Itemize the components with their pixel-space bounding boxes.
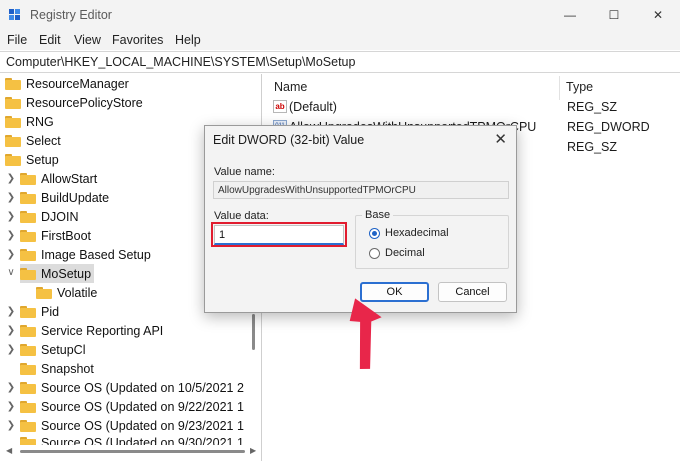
menu-file[interactable]: File [7,33,27,47]
menu-view[interactable]: View [74,33,101,47]
ab-string-icon: ab [273,100,287,113]
title-bar: Registry Editor — ☐ ✕ [0,0,680,30]
menu-help[interactable]: Help [175,33,201,47]
tree-item-source-os-4[interactable]: Source OS (Updated on 9/30/2021 1 [0,435,261,445]
base-groupbox [355,215,509,269]
scroll-right-arrow-icon[interactable]: ▶ [250,446,256,455]
value-row-default[interactable]: ab (Default) REG_SZ [266,99,680,117]
folder-icon [5,78,21,90]
highlight-box [211,222,347,247]
menu-favorites[interactable]: Favorites [112,33,163,47]
folder-icon [20,437,36,445]
folder-icon [5,116,21,128]
folder-open-icon [20,268,36,280]
tree-item-source-os-3[interactable]: ❯ Source OS (Updated on 9/23/2021 1 [0,416,261,435]
close-window-button[interactable]: ✕ [636,0,680,30]
folder-icon [20,325,36,337]
folder-icon [5,97,21,109]
chevron-right-icon[interactable]: ❯ [6,192,16,203]
folder-icon [36,287,52,299]
folder-icon [20,306,36,318]
chevron-down-icon[interactable]: ∨ [6,267,16,278]
value-data-label: Value data: [214,210,269,222]
folder-icon [20,420,36,432]
chevron-right-icon[interactable]: ❯ [6,420,16,431]
address-bar[interactable]: Computer\HKEY_LOCAL_MACHINE\SYSTEM\Setup… [0,51,680,73]
folder-icon [20,230,36,242]
chevron-right-icon[interactable]: ❯ [6,325,16,336]
column-separator[interactable] [559,76,560,100]
value-name-label: Value name: [214,166,275,178]
dialog-close-icon[interactable]: ✕ [494,130,507,148]
chevron-right-icon[interactable]: ❯ [6,344,16,355]
registry-editor-app-icon [9,9,22,22]
chevron-right-icon[interactable]: ❯ [6,401,16,412]
address-path: Computer\HKEY_LOCAL_MACHINE\SYSTEM\Setup… [6,55,356,69]
chevron-right-icon[interactable]: ❯ [6,306,16,317]
tree-item-source-os-1[interactable]: ❯ Source OS (Updated on 10/5/2021 2 [0,378,261,397]
folder-icon [20,173,36,185]
folder-icon [20,363,36,375]
tree-item-snapshot[interactable]: Snapshot [0,359,250,378]
maximize-button[interactable]: ☐ [592,0,636,30]
hexadecimal-label[interactable]: Hexadecimal [385,227,449,239]
folder-icon [20,401,36,413]
edit-dword-dialog: Edit DWORD (32-bit) Value ✕ Value name: … [204,125,517,313]
folder-icon [20,192,36,204]
decimal-radio[interactable] [369,248,380,259]
value-name-field: AllowUpgradesWithUnsupportedTPMOrCPU [213,181,509,199]
tree-item-setupcl[interactable]: ❯ SetupCl [0,340,250,359]
folder-icon [20,211,36,223]
tree-item-service-reporting-api[interactable]: ❯ Service Reporting API [0,321,250,340]
tree-horizontal-scrollbar[interactable] [20,450,245,453]
menu-edit[interactable]: Edit [39,33,61,47]
column-header-name[interactable]: Name [274,80,307,94]
pointer-arrow-icon [349,298,382,369]
chevron-right-icon[interactable]: ❯ [6,382,16,393]
hexadecimal-radio[interactable] [369,228,380,239]
menu-bar: File Edit View Favorites Help [0,30,680,50]
chevron-right-icon[interactable]: ❯ [6,211,16,222]
chevron-right-icon[interactable]: ❯ [6,230,16,241]
folder-icon [20,344,36,356]
base-label: Base [362,209,394,221]
chevron-right-icon[interactable]: ❯ [6,173,16,184]
tree-item-resourcemanager[interactable]: ResourceManager [0,74,250,93]
tree-item-source-os-2[interactable]: ❯ Source OS (Updated on 9/22/2021 1 [0,397,261,416]
scroll-left-arrow-icon[interactable]: ◀ [6,446,12,455]
tree-item-mosetup-selected[interactable]: MoSetup [20,264,94,283]
chevron-right-icon[interactable]: ❯ [6,249,16,260]
cancel-button[interactable]: Cancel [438,282,507,302]
tree-item-resourcepolicystore[interactable]: ResourcePolicyStore [0,93,250,112]
folder-icon [20,249,36,261]
folder-icon [20,382,36,394]
tree-vertical-scrollbar[interactable] [252,314,255,350]
minimize-button[interactable]: — [548,0,592,30]
dialog-title: Edit DWORD (32-bit) Value [213,133,365,147]
column-header-type[interactable]: Type [566,80,593,94]
folder-icon [5,154,21,166]
folder-icon [5,135,21,147]
window-title: Registry Editor [30,8,112,22]
decimal-label[interactable]: Decimal [385,247,425,259]
